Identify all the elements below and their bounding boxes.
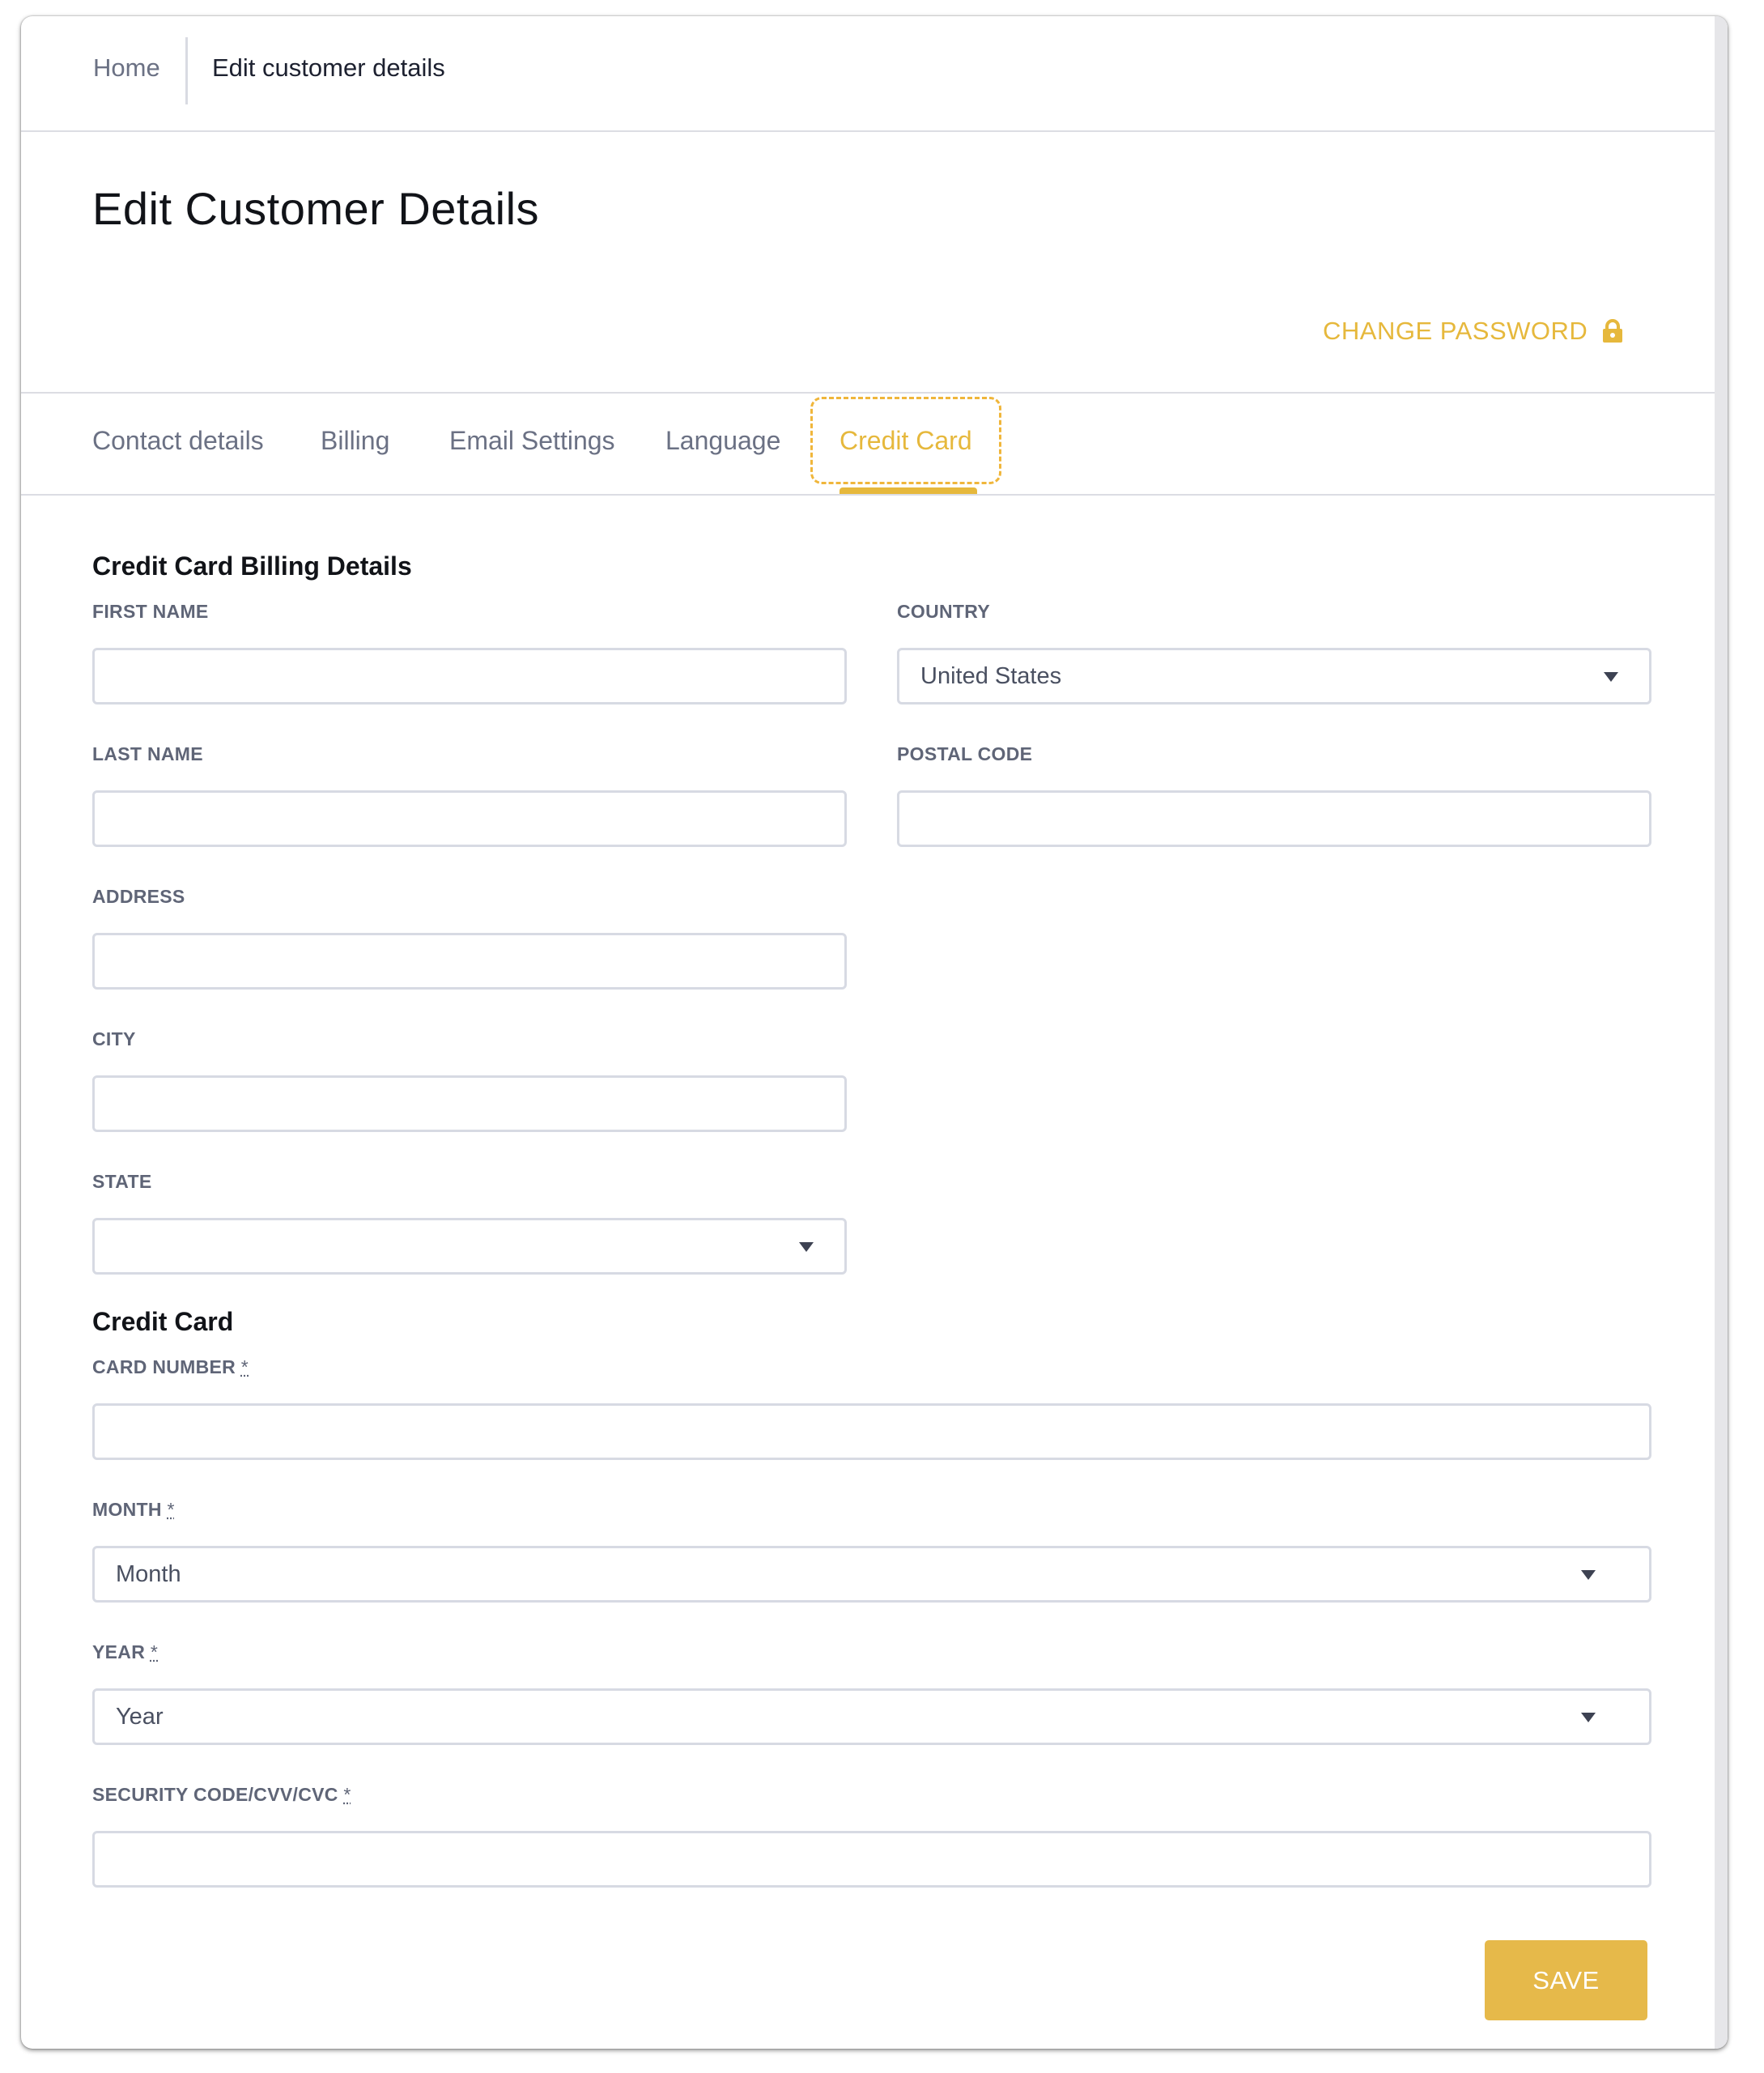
- year-label: YEAR *: [92, 1641, 158, 1663]
- chevron-down-icon: [1604, 672, 1618, 682]
- card-number-field[interactable]: [92, 1403, 1651, 1460]
- tab-billing[interactable]: Billing: [321, 426, 389, 456]
- tab-email-settings[interactable]: Email Settings: [449, 426, 615, 456]
- state-select[interactable]: [92, 1218, 847, 1275]
- page-title: Edit Customer Details: [92, 183, 540, 234]
- month-select[interactable]: Month: [92, 1546, 1651, 1603]
- year-select[interactable]: Year: [92, 1688, 1651, 1745]
- state-label: STATE: [92, 1171, 152, 1192]
- address-field[interactable]: [92, 933, 847, 990]
- tab-bar: Contact details Billing Email Settings L…: [21, 394, 1715, 496]
- first-name-label: FIRST NAME: [92, 601, 209, 622]
- postal-code-label: POSTAL CODE: [897, 743, 1033, 764]
- year-label-text: YEAR: [92, 1641, 146, 1662]
- country-select[interactable]: United States: [897, 648, 1651, 704]
- active-tab-indicator: [839, 487, 977, 494]
- tab-credit-card[interactable]: Credit Card: [839, 426, 972, 456]
- city-label: CITY: [92, 1028, 136, 1049]
- chevron-down-icon: [1581, 1713, 1596, 1722]
- tab-language[interactable]: Language: [665, 426, 780, 456]
- lock-icon: [1602, 319, 1623, 343]
- city-field[interactable]: [92, 1075, 847, 1132]
- year-select-value: Year: [116, 1704, 164, 1730]
- page-header: Edit Customer Details CHANGE PASSWORD: [21, 132, 1715, 394]
- breadcrumb: Home Edit customer details: [21, 16, 1715, 132]
- required-marker: *: [343, 1784, 351, 1805]
- required-marker: *: [167, 1499, 175, 1520]
- cvv-label-text: SECURITY CODE/CVV/CVC: [92, 1784, 338, 1805]
- cvv-field[interactable]: [92, 1831, 1651, 1888]
- change-password-link[interactable]: CHANGE PASSWORD: [1323, 317, 1623, 346]
- postal-code-field[interactable]: [897, 790, 1651, 847]
- save-button[interactable]: SAVE: [1485, 1940, 1647, 2020]
- month-label-text: MONTH: [92, 1499, 162, 1520]
- tab-contact-details[interactable]: Contact details: [92, 426, 264, 456]
- billing-section-title: Credit Card Billing Details: [92, 551, 412, 581]
- country-select-value: United States: [920, 663, 1062, 689]
- month-select-value: Month: [116, 1561, 181, 1587]
- address-label: ADDRESS: [92, 886, 185, 907]
- breadcrumb-current: Edit customer details: [212, 53, 445, 82]
- breadcrumb-divider: [185, 37, 188, 104]
- card-number-label-text: CARD NUMBER: [92, 1356, 236, 1377]
- month-label: MONTH *: [92, 1499, 175, 1521]
- required-marker: *: [150, 1641, 159, 1662]
- chevron-down-icon: [799, 1242, 814, 1252]
- last-name-label: LAST NAME: [92, 743, 203, 764]
- last-name-field[interactable]: [92, 790, 847, 847]
- credit-card-section-title: Credit Card: [92, 1307, 234, 1336]
- edit-customer-panel: Home Edit customer details Edit Customer…: [21, 16, 1728, 2049]
- country-label: COUNTRY: [897, 601, 990, 622]
- change-password-label: CHANGE PASSWORD: [1323, 317, 1588, 345]
- chevron-down-icon: [1581, 1570, 1596, 1580]
- cvv-label: SECURITY CODE/CVV/CVC *: [92, 1784, 351, 1806]
- first-name-field[interactable]: [92, 648, 847, 704]
- scrollbar[interactable]: [1715, 16, 1728, 2049]
- breadcrumb-home-link[interactable]: Home: [93, 53, 160, 83]
- card-number-label: CARD NUMBER *: [92, 1356, 249, 1378]
- required-marker: *: [240, 1356, 249, 1377]
